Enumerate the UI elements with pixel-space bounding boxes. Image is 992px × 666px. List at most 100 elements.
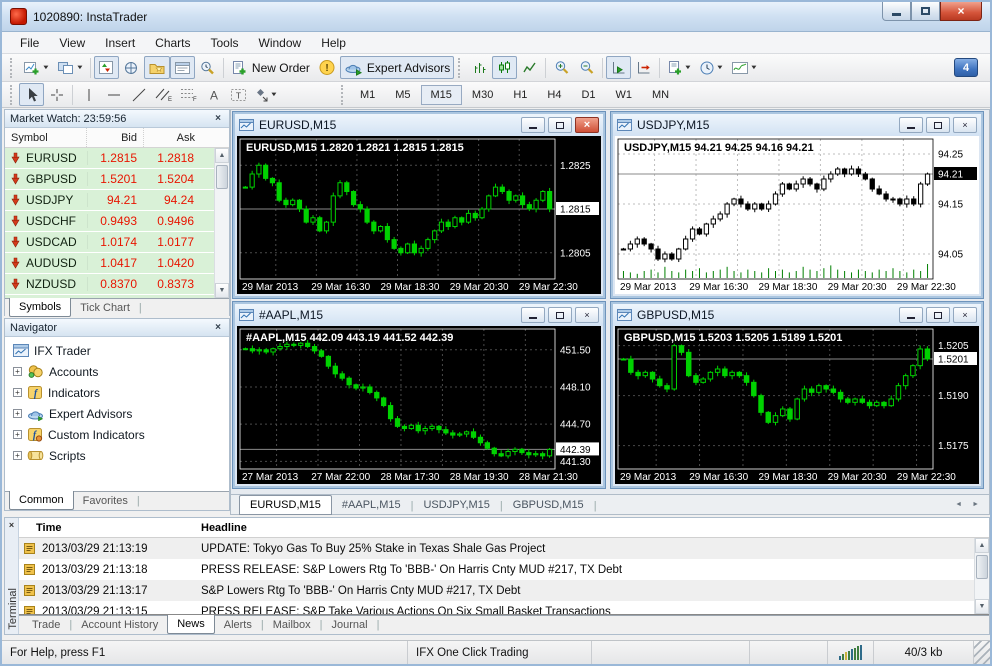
timeframe-m30[interactable]: M30 <box>462 85 503 105</box>
chart-restore-button[interactable] <box>926 117 950 133</box>
tab-journal[interactable]: Journal <box>322 616 376 634</box>
navigator-button[interactable] <box>143 56 170 79</box>
chart-tab-aapl[interactable]: #AAPL,M15 <box>332 496 411 514</box>
equidistant-channel-tool[interactable]: E <box>151 83 176 106</box>
status-one-click[interactable]: IFX One Click Trading <box>408 641 592 664</box>
horizontal-line-tool[interactable] <box>101 83 126 106</box>
new-order-button[interactable]: New Order <box>227 56 314 79</box>
timeframe-h1[interactable]: H1 <box>503 85 537 105</box>
symbol-row[interactable]: NZDUSD 0.8370 0.8373 <box>5 274 229 295</box>
window-close-button[interactable]: × <box>940 2 982 21</box>
chart-window-title-bar[interactable]: EURUSD,M15 × <box>235 114 603 136</box>
tab-tick-chart[interactable]: Tick Chart <box>71 299 139 317</box>
chart-minimize-button[interactable] <box>899 117 923 133</box>
timeframe-d1[interactable]: D1 <box>571 85 605 105</box>
menu-view[interactable]: View <box>49 33 95 53</box>
news-scrollbar[interactable]: ▲ ▼ <box>974 538 989 614</box>
chart-canvas-eurusd[interactable]: 1.28251.28151.28051.281529 Mar 201329 Ma… <box>237 136 601 294</box>
scroll-left-icon[interactable]: ◄ <box>955 501 962 508</box>
new-chart-button[interactable]: ▼ <box>19 56 53 79</box>
chart-close-button[interactable]: × <box>953 307 977 323</box>
toolbar-grip[interactable] <box>10 57 15 78</box>
tree-item-expert-advisors[interactable]: + Expert Advisors <box>5 403 229 424</box>
toolbar-grip[interactable] <box>458 57 463 78</box>
chart-window-title-bar[interactable]: GBPUSD,M15 × <box>613 304 981 326</box>
timeframe-m1[interactable]: M1 <box>350 85 385 105</box>
close-icon[interactable]: × <box>212 113 224 124</box>
symbol-row[interactable]: USDCAD 1.0174 1.0177 <box>5 232 229 253</box>
column-symbol[interactable]: Symbol <box>5 128 87 147</box>
tree-item-accounts[interactable]: + Accounts <box>5 361 229 382</box>
notifications-badge[interactable]: 4 <box>954 58 978 77</box>
toolbar-grip[interactable] <box>340 84 346 105</box>
menu-tools[interactable]: Tools <box>201 33 249 53</box>
tree-item-scripts[interactable]: + Scripts <box>5 445 229 466</box>
zoom-in-button[interactable] <box>549 56 574 79</box>
tab-account-history[interactable]: Account History <box>72 616 167 634</box>
indicators-button[interactable]: ▼ <box>727 56 761 79</box>
chart-minimize-button[interactable] <box>899 307 923 323</box>
close-icon[interactable]: × <box>5 518 18 530</box>
symbol-row[interactable]: USDCHF 0.9493 0.9496 <box>5 211 229 232</box>
timeframe-mn[interactable]: MN <box>642 85 679 105</box>
timeframe-m5[interactable]: M5 <box>385 85 420 105</box>
chart-window-gbpusd-m15[interactable]: GBPUSD,M15 × 1.5205 1.5190 1.5175 1.5201 29 … <box>610 301 984 489</box>
window-maximize-button[interactable] <box>911 2 940 21</box>
terminal-button[interactable] <box>169 56 195 79</box>
tree-root-ifx-trader[interactable]: IFX Trader <box>5 340 229 361</box>
chart-close-button[interactable]: × <box>953 117 977 133</box>
tab-symbols[interactable]: Symbols <box>9 298 72 317</box>
chart-window-title-bar[interactable]: USDJPY,M15 × <box>613 114 981 136</box>
news-row[interactable]: 2013/03/29 21:13:17 S&P Lowers Rtg To 'B… <box>19 580 989 601</box>
window-minimize-button[interactable] <box>882 2 911 21</box>
news-row[interactable]: 2013/03/29 21:13:18 PRESS RELEASE: S&P L… <box>19 559 989 580</box>
chart-canvas-gbpusd[interactable]: 1.5205 1.5190 1.5175 1.5201 29 Mar 2013 29 Ma… <box>615 326 979 484</box>
tab-news[interactable]: News <box>167 615 215 634</box>
news-row[interactable]: 2013/03/29 21:13:15 PRESS RELEASE: S&P T… <box>19 601 989 614</box>
chart-restore-button[interactable] <box>548 117 572 133</box>
menu-charts[interactable]: Charts <box>145 33 200 53</box>
chart-canvas-aapl[interactable]: 451.50 448.10 444.70 441.30 442.39 27 Mar 201… <box>237 326 601 484</box>
column-headline[interactable]: Headline <box>191 522 989 534</box>
data-window-button[interactable] <box>119 56 144 79</box>
chart-shift-button[interactable] <box>631 56 656 79</box>
scroll-right-icon[interactable]: ► <box>972 501 979 508</box>
news-row[interactable]: 2013/03/29 21:13:19 UPDATE: Tokyo Gas To… <box>19 538 989 559</box>
arrows-tool[interactable]: ▼ <box>251 83 281 106</box>
menu-file[interactable]: File <box>10 33 49 53</box>
column-bid[interactable]: Bid <box>87 128 144 147</box>
chart-window-eurusd-m15[interactable]: EURUSD,M15 × 1.28251.28151.28051.281529 … <box>232 111 606 299</box>
profiles-button[interactable]: ▼ <box>53 56 87 79</box>
templates-button[interactable]: ▼ <box>663 56 695 79</box>
column-ask[interactable]: Ask <box>144 128 201 147</box>
chart-tab-eurusd[interactable]: EURUSD,M15 <box>239 494 332 515</box>
market-watch-scrollbar[interactable]: ▲ ▼ <box>214 148 229 298</box>
fibonacci-tool[interactable]: F <box>176 83 201 106</box>
symbol-row[interactable]: GBPUSD 1.5201 1.5204 <box>5 169 229 190</box>
text-label-tool[interactable]: T <box>226 83 251 106</box>
tab-mailbox[interactable]: Mailbox <box>264 616 320 634</box>
tree-item-custom-indicators[interactable]: + f Custom Indicators <box>5 424 229 445</box>
timeframe-w1[interactable]: W1 <box>606 85 643 105</box>
market-watch-button[interactable] <box>93 56 119 79</box>
chart-restore-button[interactable] <box>926 307 950 323</box>
symbol-row[interactable]: EURUSD 1.2815 1.2818 <box>5 148 229 169</box>
menu-help[interactable]: Help <box>311 33 356 53</box>
chart-window-aapl-m15[interactable]: #AAPL,M15 × 451.50 448.10 444.70 441.30 442.… <box>232 301 606 489</box>
toolbar-grip[interactable] <box>10 84 15 105</box>
periods-button[interactable]: ▼ <box>695 56 727 79</box>
symbol-row[interactable]: USDJPY 94.21 94.24 <box>5 190 229 211</box>
tree-item-indicators[interactable]: + f Indicators <box>5 382 229 403</box>
chart-tab-gbpusd[interactable]: GBPUSD,M15 <box>503 496 594 514</box>
column-time[interactable]: Time <box>19 522 191 534</box>
warning-icon[interactable]: ! <box>314 56 340 79</box>
text-tool[interactable]: A <box>201 83 226 106</box>
trendline-tool[interactable] <box>126 83 151 106</box>
auto-scroll-button[interactable] <box>606 56 632 79</box>
resize-grip[interactable] <box>974 641 990 664</box>
tab-alerts[interactable]: Alerts <box>215 616 261 634</box>
chart-window-title-bar[interactable]: #AAPL,M15 × <box>235 304 603 326</box>
cursor-tool[interactable] <box>19 83 44 106</box>
chart-close-button[interactable]: × <box>575 307 599 323</box>
line-chart-button[interactable] <box>517 56 542 79</box>
